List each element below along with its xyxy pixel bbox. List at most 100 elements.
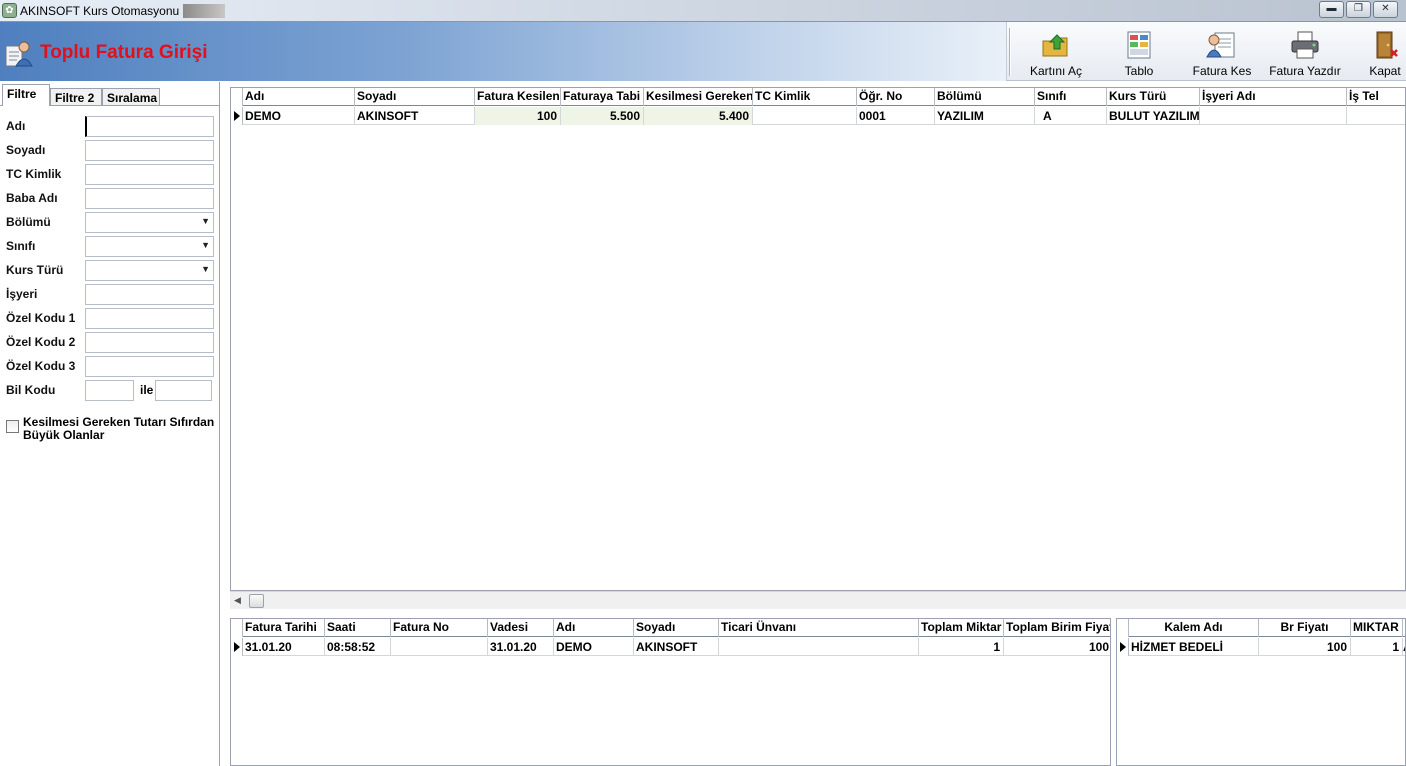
scroll-thumb[interactable]: [249, 594, 264, 608]
sinifi-combo[interactable]: ▼: [85, 236, 214, 257]
baba-adi-input[interactable]: [85, 188, 214, 209]
cell-ticari-unvani[interactable]: [719, 638, 919, 656]
tab-filtre[interactable]: Filtre: [2, 84, 50, 106]
filter-label-bolumu: Bölümü: [6, 215, 51, 229]
cell-miktar[interactable]: 1: [1351, 638, 1403, 656]
col-header-toplam-miktar[interactable]: Toplam Miktar: [919, 619, 1004, 637]
filter-row-ozel-kodu-1: Özel Kodu 1: [6, 308, 216, 329]
tab-filtre-2[interactable]: Filtre 2: [50, 88, 102, 106]
ozel-kodu-3-input[interactable]: [85, 356, 214, 377]
filter-row-kurs-turu: Kurs Türü ▼: [6, 260, 216, 281]
col-header-adi[interactable]: Adı: [243, 88, 355, 106]
bil-kodu-to-input[interactable]: [155, 380, 212, 401]
col-header-ticari-unvani[interactable]: Ticari Ünvanı: [719, 619, 919, 637]
close-button[interactable]: Kapat: [1363, 26, 1406, 78]
table-row[interactable]: HİZMET BEDELİ 100 1 A: [1117, 638, 1405, 656]
chevron-down-icon[interactable]: ▼: [201, 240, 210, 250]
col-header-vadesi[interactable]: Vadesi: [488, 619, 554, 637]
cell-toplam-birim-fiyat[interactable]: 100: [1004, 638, 1110, 656]
cell-adi[interactable]: DEMO: [243, 107, 355, 125]
row-indicator: [231, 107, 243, 125]
cell-tc-kimlik[interactable]: [753, 107, 857, 125]
filter-row-tc-kimlik: TC Kimlik: [6, 164, 216, 185]
col-header-faturaya-tabi[interactable]: Faturaya Tabi: [561, 88, 644, 106]
col-header-kalem-adi[interactable]: Kalem Adı: [1129, 619, 1259, 637]
chevron-down-icon[interactable]: ▼: [201, 216, 210, 226]
table-row[interactable]: 31.01.20 08:58:52 31.01.20 DEMO AKINSOFT…: [231, 638, 1110, 656]
cell-toplam-miktar[interactable]: 1: [919, 638, 1004, 656]
tab-siralama[interactable]: Sıralama: [102, 88, 160, 106]
ozel-kodu-1-input[interactable]: [85, 308, 214, 329]
bolumu-combo[interactable]: ▼: [85, 212, 214, 233]
print-invoice-button[interactable]: Fatura Yazdır: [1265, 26, 1345, 78]
toolbar: Kartını Aç Tablo Fatura Kes Fatura Yazdı…: [1006, 22, 1406, 81]
cell-br-fiyati[interactable]: 100: [1259, 638, 1351, 656]
col-header-fatura-no[interactable]: Fatura No: [391, 619, 488, 637]
cell-fatura-no[interactable]: [391, 638, 488, 656]
minimize-button[interactable]: ▬: [1319, 1, 1344, 18]
col-header-kurs-turu[interactable]: Kurs Türü: [1107, 88, 1200, 106]
adi-input[interactable]: [85, 116, 214, 137]
current-row-arrow-icon: [1120, 642, 1126, 652]
grid-header-indicator: [1117, 619, 1129, 637]
isyeri-input[interactable]: [85, 284, 214, 305]
cell-kesilmesi-gereken[interactable]: 5.400: [644, 107, 753, 125]
col-header-fatura-kesilen[interactable]: Fatura Kesilen: [475, 88, 561, 106]
col-header-br-fiyati[interactable]: Br Fiyatı: [1259, 619, 1351, 637]
cell-bolumu[interactable]: YAZILIM: [935, 107, 1035, 125]
soyadi-input[interactable]: [85, 140, 214, 161]
open-card-button[interactable]: Kartını Aç: [1021, 26, 1091, 78]
col-header-tc-kimlik[interactable]: TC Kimlik: [753, 88, 857, 106]
maximize-button[interactable]: ❐: [1346, 1, 1371, 18]
col-header-invoice-soyadi[interactable]: Soyadı: [634, 619, 719, 637]
window-titlebar: ✿ AKINSOFT Kurs Otomasyonu s ▬ ❐ ✕: [0, 0, 1406, 22]
table-row[interactable]: DEMO AKINSOFT 100 5.500 5.400 0001 YAZIL…: [231, 107, 1405, 125]
close-window-button[interactable]: ✕: [1373, 1, 1398, 18]
col-header-isyeri-adi[interactable]: İşyeri Adı: [1200, 88, 1347, 106]
cell-saati[interactable]: 08:58:52: [325, 638, 391, 656]
panel-splitter[interactable]: [221, 82, 229, 766]
cell-invoice-soyadi[interactable]: AKINSOFT: [634, 638, 719, 656]
positive-balance-checkbox[interactable]: [6, 420, 19, 433]
cell-soyadi[interactable]: AKINSOFT: [355, 107, 475, 125]
table-icon: [1127, 31, 1151, 59]
col-header-kesilmesi-gereken[interactable]: Kesilmesi Gereken: [644, 88, 753, 106]
student-grid: Adı Soyadı Fatura Kesilen Faturaya Tabi …: [230, 87, 1406, 591]
bil-kodu-from-input[interactable]: [85, 380, 134, 401]
col-header-sinifi[interactable]: Sınıfı: [1035, 88, 1107, 106]
issue-invoice-button[interactable]: Fatura Kes: [1187, 26, 1257, 78]
col-header-soyadi[interactable]: Soyadı: [355, 88, 475, 106]
col-header-ogr-no[interactable]: Öğr. No: [857, 88, 935, 106]
cell-invoice-adi[interactable]: DEMO: [554, 638, 634, 656]
col-header-saati[interactable]: Saati: [325, 619, 391, 637]
cell-faturaya-tabi[interactable]: 5.500: [561, 107, 644, 125]
cell-is-tel[interactable]: [1347, 107, 1405, 125]
col-header-bolumu[interactable]: Bölümü: [935, 88, 1035, 106]
cell-kalem-adi[interactable]: HİZMET BEDELİ: [1129, 638, 1259, 656]
col-header-fatura-tarihi[interactable]: Fatura Tarihi: [243, 619, 325, 637]
tc-kimlik-input[interactable]: [85, 164, 214, 185]
grid-header-indicator: [231, 88, 243, 106]
horizontal-scrollbar[interactable]: ◀: [230, 591, 1406, 609]
cell-sinifi[interactable]: A: [1035, 107, 1107, 125]
cell-fatura-tarihi[interactable]: 31.01.20: [243, 638, 325, 656]
cell-vadesi[interactable]: 31.01.20: [488, 638, 554, 656]
cell-kurs-turu[interactable]: BULUT YAZILIM: [1107, 107, 1200, 125]
filter-row-ozel-kodu-3: Özel Kodu 3: [6, 356, 216, 377]
col-header-toplam-birim-fiyat[interactable]: Toplam Birim Fiyat: [1004, 619, 1110, 637]
chevron-down-icon[interactable]: ▼: [201, 264, 210, 274]
cell-fatura-kesilen[interactable]: 100: [475, 107, 561, 125]
invoice-grid-header: Fatura Tarihi Saati Fatura No Vadesi Adı…: [231, 619, 1110, 637]
filter-tabs: Filtre Filtre 2 Sıralama: [0, 84, 220, 106]
col-header-is-tel[interactable]: İş Tel: [1347, 88, 1405, 106]
scroll-left-icon[interactable]: ◀: [234, 595, 241, 606]
row-indicator: [231, 638, 243, 656]
table-button[interactable]: Tablo: [1109, 26, 1169, 78]
filter-row-isyeri: İşyeri: [6, 284, 216, 305]
cell-ogr-no[interactable]: 0001: [857, 107, 935, 125]
col-header-invoice-adi[interactable]: Adı: [554, 619, 634, 637]
ozel-kodu-2-input[interactable]: [85, 332, 214, 353]
col-header-miktar[interactable]: MIKTAR: [1351, 619, 1403, 637]
kurs-turu-combo[interactable]: ▼: [85, 260, 214, 281]
cell-isyeri-adi[interactable]: [1200, 107, 1347, 125]
